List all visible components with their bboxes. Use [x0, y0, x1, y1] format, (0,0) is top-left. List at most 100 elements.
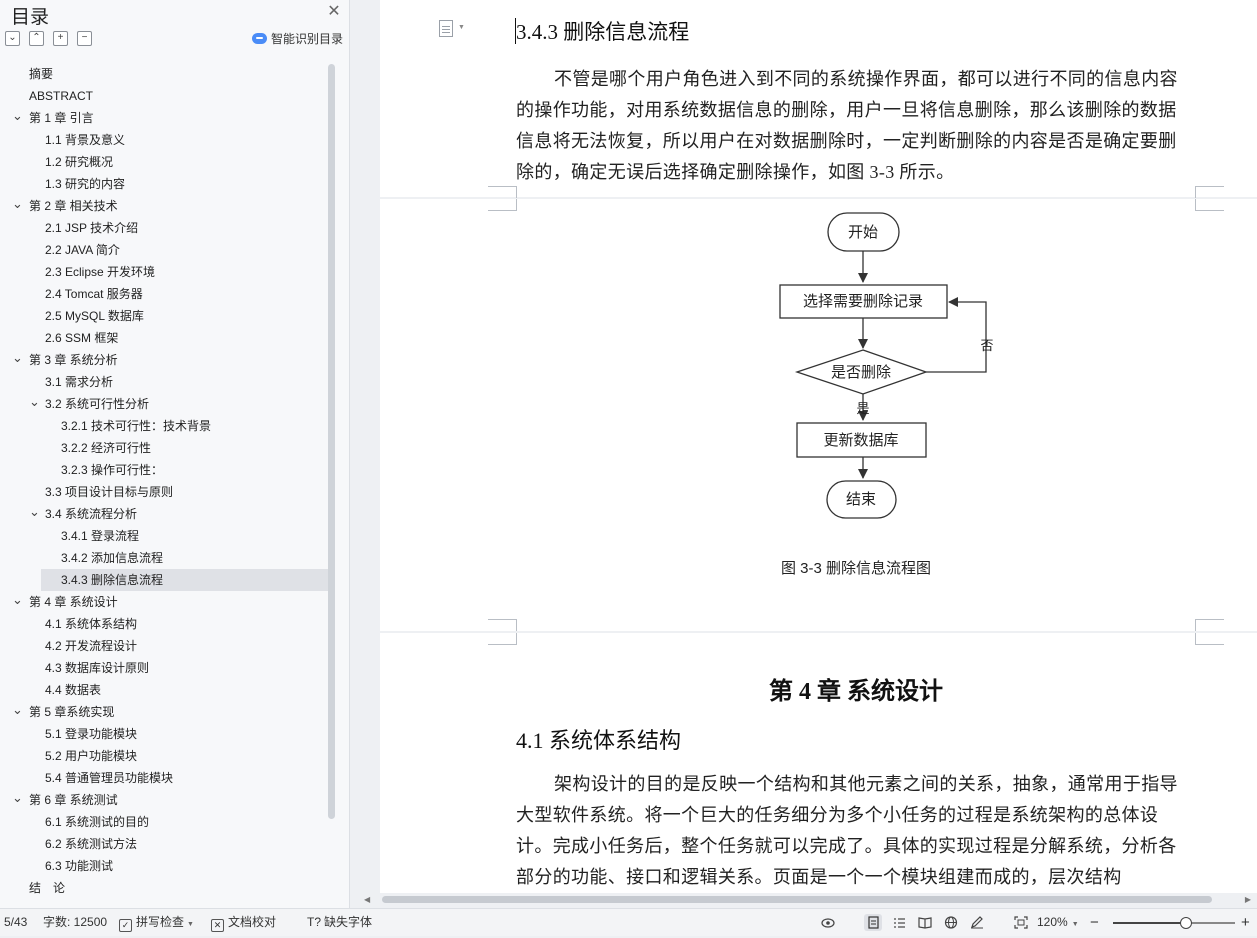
toc-item[interactable]: 3.2.2 经济可行性 [0, 437, 328, 459]
reading-mode-icon[interactable] [915, 914, 933, 931]
spell-check-button[interactable]: ✓ 拼写检查 ▼ [119, 909, 194, 936]
page-view-icon[interactable] [864, 914, 882, 931]
chevron-down-icon[interactable]: ▼ [458, 24, 465, 31]
toc-item[interactable]: 6.1 系统测试的目的 [0, 811, 328, 833]
zoom-slider[interactable] [1113, 917, 1235, 929]
toc-item-label: 3.1 需求分析 [45, 375, 114, 389]
status-bar: 5/43 字数: 12500 ✓ 拼写检查 ▼ ✕ 文档校对 T? 缺失字体 120% ▼… [0, 908, 1257, 936]
toc-item[interactable]: 2.2 JAVA 简介 [0, 239, 328, 261]
toc-item[interactable]: 5.2 用户功能模块 [0, 745, 328, 767]
toc-item[interactable]: 3.2.1 技术可行性：技术背景 [0, 415, 328, 437]
toc-item[interactable]: ⌄ 第 5 章系统实现 [0, 701, 328, 723]
toc-item[interactable]: ⌄ 第 6 章 系统测试 [0, 789, 328, 811]
toc-item[interactable]: 2.6 SSM 框架 [0, 327, 328, 349]
toc-item[interactable]: 6.3 功能测试 [0, 855, 328, 877]
zoom-out-icon[interactable]: − [1090, 909, 1099, 936]
toc-sidebar: 目录 ✕ ⌄ ⌃ + − 智能识别目录 摘要 ABSTRACT ⌄ 第 1 章 引言 1… [0, 0, 350, 908]
chevron-down-icon[interactable]: ⌄ [12, 789, 23, 811]
zoom-level[interactable]: 120% ▼ [1037, 909, 1079, 936]
page: 开始 选择需要删除记录 是否删除 更新数据库 结束 否 是 图 3-3 删除信息… [380, 199, 1257, 631]
toc-item[interactable]: 4.4 数据表 [0, 679, 328, 701]
toc-item[interactable]: ⌄ 第 4 章 系统设计 [0, 591, 328, 613]
scroll-right-icon[interactable]: ▶ [1245, 895, 1251, 904]
toc-item[interactable]: 2.4 Tomcat 服务器 [0, 283, 328, 305]
toc-item[interactable]: 摘要 [0, 63, 328, 85]
toc-item-label: 1.3 研究的内容 [45, 177, 126, 191]
toc-item[interactable]: 1.1 背景及意义 [0, 129, 328, 151]
page-indicator[interactable]: 5/43 [4, 909, 27, 936]
toc-item[interactable]: ⌄ 第 2 章 相关技术 [0, 195, 328, 217]
web-view-icon[interactable] [941, 914, 959, 931]
subsection-heading: 4.1 系统体系结构 [516, 728, 682, 753]
toc-item[interactable]: 结 论 [0, 877, 328, 899]
toc-item[interactable]: ⌄ 3.2 系统可行性分析 [0, 393, 328, 415]
toc-item-label: 6.2 系统测试方法 [45, 837, 138, 851]
toc-item-label: 第 6 章 系统测试 [29, 793, 118, 807]
chevron-down-icon[interactable]: ⌄ [12, 591, 23, 613]
chevron-down-icon[interactable]: ⌄ [29, 503, 40, 525]
zoom-in-icon[interactable]: + [1241, 909, 1250, 936]
flow-start-label: 开始 [848, 224, 878, 241]
sidebar-scrollbar[interactable] [328, 64, 335, 819]
toc-item[interactable]: 2.3 Eclipse 开发环境 [0, 261, 328, 283]
toc-item[interactable]: ⌄ 第 1 章 引言 [0, 107, 328, 129]
fit-window-icon[interactable] [1011, 914, 1029, 931]
toc-item[interactable]: 3.2.3 操作可行性： [0, 459, 328, 481]
toc-item[interactable]: 4.3 数据库设计原则 [0, 657, 328, 679]
zoom-slider-knob[interactable] [1180, 917, 1193, 929]
scroll-left-icon[interactable]: ◀ [364, 895, 370, 904]
eye-protection-icon[interactable] [818, 914, 836, 931]
toc-item-label: 3.4.1 登录流程 [61, 529, 140, 543]
toc-item[interactable]: 3.3 项目设计目标与原则 [0, 481, 328, 503]
horizontal-scrollbar[interactable]: ◀ ▶ [360, 893, 1257, 905]
toc-item[interactable]: 1.2 研究概况 [0, 151, 328, 173]
page-corner-mark [488, 186, 517, 198]
expand-all-icon[interactable]: ⌃ [29, 31, 44, 46]
body-paragraph: 架构设计的目的是反映一个结构和其他元素之间的关系，抽象，通常用于指导大型软件系统… [516, 774, 1178, 887]
toc-item[interactable]: ABSTRACT [0, 85, 328, 107]
missing-fonts-button[interactable]: T? 缺失字体 [307, 909, 372, 936]
toc-item[interactable]: 4.1 系统体系结构 [0, 613, 328, 635]
ai-icon [252, 33, 267, 44]
word-count[interactable]: 字数: 12500 [43, 909, 107, 936]
toc-item[interactable]: 3.4.3 删除信息流程 [41, 569, 328, 591]
toc-item-label: 1.1 背景及意义 [45, 133, 126, 147]
doc-proof-button[interactable]: ✕ 文档校对 [211, 909, 276, 936]
toc-item[interactable]: ⌄ 3.4 系统流程分析 [0, 503, 328, 525]
chevron-down-icon[interactable]: ⌄ [29, 393, 40, 415]
collapse-all-icon[interactable]: ⌄ [5, 31, 20, 46]
toc-item[interactable]: 2.1 JSP 技术介绍 [0, 217, 328, 239]
chevron-down-icon[interactable]: ⌄ [12, 701, 23, 723]
pen-icon[interactable] [967, 914, 985, 931]
toc-item-label: 3.3 项目设计目标与原则 [45, 485, 174, 499]
toc-item[interactable]: 4.2 开发流程设计 [0, 635, 328, 657]
toc-item[interactable]: 5.1 登录功能模块 [0, 723, 328, 745]
close-icon[interactable]: ✕ [326, 4, 342, 20]
toc-item-label: 4.2 开发流程设计 [45, 639, 138, 653]
add-heading-icon[interactable]: + [53, 31, 68, 46]
toc-item-label: 4.3 数据库设计原则 [45, 661, 150, 675]
outline-view-icon[interactable] [890, 914, 908, 931]
remove-heading-icon[interactable]: − [77, 31, 92, 46]
toc-item[interactable]: 3.4.2 添加信息流程 [0, 547, 328, 569]
text-cursor [515, 18, 516, 44]
chevron-down-icon[interactable]: ⌄ [12, 195, 23, 217]
chevron-down-icon[interactable]: ⌄ [12, 349, 23, 371]
scrollbar-thumb[interactable] [382, 896, 1212, 903]
ai-toc-button[interactable]: 智能识别目录 [252, 30, 343, 48]
toc-item[interactable]: 3.4.1 登录流程 [0, 525, 328, 547]
toc-item-label: 6.1 系统测试的目的 [45, 815, 150, 829]
ai-toc-label: 智能识别目录 [271, 32, 344, 46]
chevron-down-icon[interactable]: ⌄ [12, 107, 23, 129]
page-corner-mark [1195, 619, 1224, 631]
toc-item[interactable]: 3.1 需求分析 [0, 371, 328, 393]
toc-item[interactable]: ⌄ 第 3 章 系统分析 [0, 349, 328, 371]
document-area: ▼ 3.4.3 删除信息流程 不管是哪个用户角色进入到不同的系统操作界面，都可以… [380, 0, 1257, 893]
toc-item[interactable]: 2.5 MySQL 数据库 [0, 305, 328, 327]
toc-item[interactable]: 5.4 普通管理员功能模块 [0, 767, 328, 789]
page-corner-mark [488, 619, 517, 631]
toc-item[interactable]: 6.2 系统测试方法 [0, 833, 328, 855]
document-icon[interactable] [439, 20, 453, 37]
toc-item[interactable]: 1.3 研究的内容 [0, 173, 328, 195]
toc-item-label: 1.2 研究概况 [45, 155, 114, 169]
